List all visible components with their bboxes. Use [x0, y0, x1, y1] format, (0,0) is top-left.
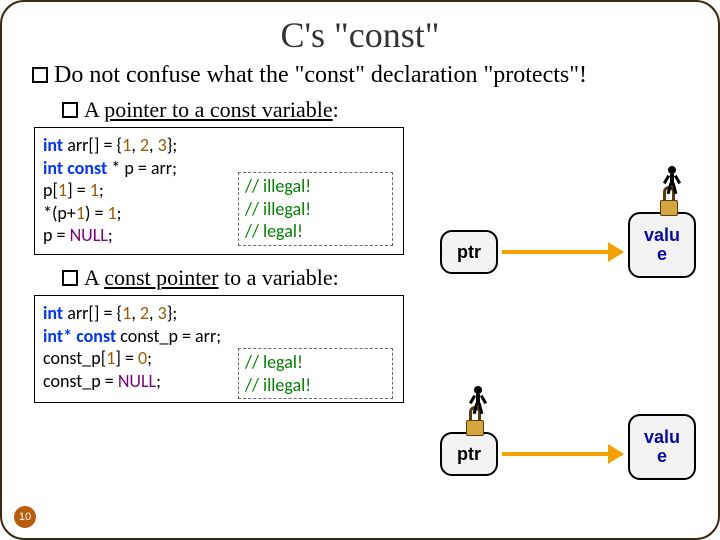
- comment-block-2: // legal! // illegal!: [238, 348, 393, 399]
- person-icon: [470, 386, 486, 414]
- checkbox-icon: [62, 270, 78, 286]
- code-block-2: int arr[] = {1, 2, 3}; int* const const_…: [34, 295, 404, 403]
- value-box: value: [628, 414, 696, 480]
- ptr-box: ptr: [440, 432, 498, 476]
- bullet-main: Do not confuse what the "const" declarat…: [32, 62, 718, 89]
- value-box: value: [628, 212, 696, 278]
- bullet-sub1-text: A pointer to a const variable:: [84, 97, 339, 123]
- bullet-sub1: A pointer to a const variable:: [62, 97, 718, 123]
- checkbox-icon: [32, 67, 48, 83]
- bullet-main-text: Do not confuse what the "const" declarat…: [54, 62, 587, 89]
- ptr-box: ptr: [440, 230, 498, 274]
- code-block-1: int arr[] = {1, 2, 3}; int const * p = a…: [34, 127, 404, 255]
- bullet-sub2-text: A const pointer to a variable:: [84, 265, 339, 291]
- diagram-2: ptr value: [432, 404, 702, 496]
- person-icon: [664, 166, 680, 194]
- checkbox-icon: [62, 102, 78, 118]
- comment-block-1: // illegal! // illegal! // legal!: [238, 172, 393, 246]
- diagram-1: ptr value: [432, 202, 702, 294]
- arrow-icon: [502, 452, 622, 456]
- slide-number-badge: 10: [14, 506, 36, 528]
- arrow-icon: [502, 250, 622, 254]
- slide-frame: C's "const" Do not confuse what the "con…: [0, 0, 720, 540]
- slide-title: C's "const": [2, 14, 718, 56]
